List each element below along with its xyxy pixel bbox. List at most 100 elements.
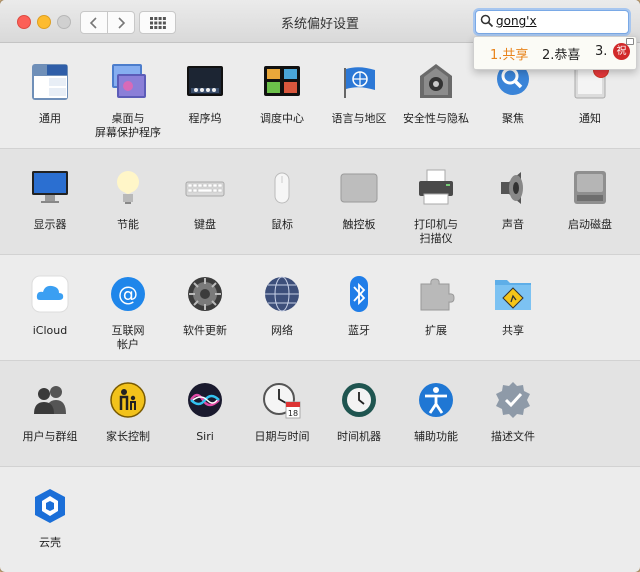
pane-label: 聚焦 xyxy=(502,112,524,125)
ime-expand-icon[interactable] xyxy=(626,38,634,45)
pane-label: 语言与地区 xyxy=(331,112,387,125)
pane-accessibility[interactable]: 辅助功能 xyxy=(399,380,473,444)
pane-label: 显示器 xyxy=(33,218,67,231)
users-groups-icon xyxy=(34,386,66,414)
pane-keyboard[interactable]: 键盘 xyxy=(168,168,242,232)
pane-yunke[interactable]: 云壳 xyxy=(13,486,87,550)
pane-label: 声音 xyxy=(502,218,524,231)
software-update-icon xyxy=(188,277,222,311)
pane-label: 通知 xyxy=(579,112,601,125)
search-input[interactable]: gong'x xyxy=(496,14,537,28)
pane-label: 互联网 帐户 xyxy=(111,324,145,351)
pane-language[interactable]: 语言与地区 xyxy=(322,62,396,126)
pane-extensions[interactable]: 扩展 xyxy=(399,274,473,338)
pane-startup-disk[interactable]: 启动磁盘 xyxy=(553,168,627,232)
pane-desktop[interactable]: 桌面与 屏幕保护程序 xyxy=(91,62,165,140)
pane-trackpad[interactable]: 触控板 xyxy=(322,168,396,232)
trackpad-icon xyxy=(340,173,378,203)
pane-label: 辅助功能 xyxy=(414,430,458,443)
pane-label: 时间机器 xyxy=(337,430,381,443)
pane-label: 键盘 xyxy=(194,218,216,231)
date-time-icon: 18 xyxy=(263,383,301,419)
pane-label: 日期与时间 xyxy=(254,430,310,443)
pane-label: 打印机与 扫描仪 xyxy=(414,218,458,245)
parental-controls-icon xyxy=(110,382,146,418)
pane-bluetooth[interactable]: 蓝牙 xyxy=(322,274,396,338)
bluetooth-icon xyxy=(350,276,368,312)
pane-label: 家长控制 xyxy=(106,430,150,443)
pane-users-groups[interactable]: 用户与群组 xyxy=(13,380,87,444)
pane-label: Siri xyxy=(196,430,214,443)
ime-candidate-1[interactable]: 1.共享 xyxy=(490,44,528,63)
pane-network[interactable]: 网络 xyxy=(245,274,319,338)
security-privacy-icon xyxy=(420,64,452,98)
pane-sound[interactable]: 声音 xyxy=(476,168,550,232)
pane-mouse[interactable]: 鼠标 xyxy=(245,168,319,232)
pane-general[interactable]: 通用 xyxy=(13,62,87,126)
pane-spotlight[interactable]: 聚焦 xyxy=(476,62,550,126)
extensions-icon xyxy=(420,278,455,311)
desktop-screensaver-icon xyxy=(112,64,146,98)
pane-dock[interactable]: 程序坞 xyxy=(168,62,242,126)
general-icon xyxy=(32,64,68,100)
section-other xyxy=(0,467,640,572)
pane-label: 安全性与隐私 xyxy=(403,112,469,125)
search-icon xyxy=(480,14,494,28)
network-icon xyxy=(265,276,299,312)
pane-label: 触控板 xyxy=(342,218,376,231)
search-field[interactable]: gong'x xyxy=(475,10,629,34)
ime-candidate-3-badge[interactable]: 祝 xyxy=(613,43,630,60)
pane-energy[interactable]: 节能 xyxy=(91,168,165,232)
profiles-icon xyxy=(496,382,530,418)
keyboard-icon xyxy=(185,181,225,197)
pane-label: 程序坞 xyxy=(188,112,222,125)
pane-label: 桌面与 屏幕保护程序 xyxy=(95,112,161,139)
pane-profiles[interactable]: 描述文件 xyxy=(476,380,550,444)
pane-time-machine[interactable]: 时间机器 xyxy=(322,380,396,444)
ime-candidate-3[interactable]: 3. xyxy=(595,44,607,59)
pane-displays[interactable]: 显示器 xyxy=(13,168,87,232)
ime-candidate-window: 1.共享 2.恭喜 3. 祝 xyxy=(473,36,637,70)
pane-label: 节能 xyxy=(117,218,139,231)
sharing-icon xyxy=(495,280,531,310)
startup-disk-icon xyxy=(574,171,606,204)
pane-date-time[interactable]: 18 日期与时间 xyxy=(245,380,319,444)
mouse-icon xyxy=(274,172,290,204)
pane-parental[interactable]: 家长控制 xyxy=(91,380,165,444)
yunke-icon xyxy=(35,489,65,523)
mission-control-icon xyxy=(264,66,300,96)
pane-sharing[interactable]: 共享 xyxy=(476,274,550,338)
system-preferences-window: 系统偏好设置 gong'x 通用 桌面与 屏幕保护程序 程序坞 调度中心 语言与… xyxy=(0,0,640,572)
pane-label: 云壳 xyxy=(39,536,61,549)
pane-label: 描述文件 xyxy=(491,430,535,443)
svg-text:@: @ xyxy=(118,282,138,306)
pane-label: 网络 xyxy=(271,324,293,337)
pane-label: 启动磁盘 xyxy=(568,218,612,231)
siri-icon xyxy=(188,383,222,417)
pane-icloud[interactable]: iCloud xyxy=(13,274,87,338)
pane-label: 蓝牙 xyxy=(348,324,370,337)
pane-security[interactable]: 安全性与隐私 xyxy=(399,62,473,126)
svg-text:18: 18 xyxy=(288,409,298,418)
pane-label: 通用 xyxy=(39,112,61,125)
pane-internet-accounts[interactable]: @ 互联网 帐户 xyxy=(91,274,165,352)
pane-siri[interactable]: Siri xyxy=(168,380,242,444)
displays-icon xyxy=(32,171,68,203)
accessibility-icon xyxy=(419,383,453,417)
time-machine-icon xyxy=(342,383,376,417)
sound-icon xyxy=(501,172,523,204)
pane-label: 调度中心 xyxy=(260,112,304,125)
pane-notifications[interactable]: 通知 xyxy=(553,62,627,126)
pane-mission-control[interactable]: 调度中心 xyxy=(245,62,319,126)
language-region-icon xyxy=(344,67,375,98)
pane-printers[interactable]: 打印机与 扫描仪 xyxy=(399,168,473,246)
dock-icon xyxy=(187,66,223,96)
pane-label: 鼠标 xyxy=(271,218,293,231)
pane-label: 扩展 xyxy=(425,324,447,337)
pane-label: 共享 xyxy=(502,324,524,337)
printers-scanners-icon xyxy=(419,169,453,205)
ime-candidate-2[interactable]: 2.恭喜 xyxy=(542,44,580,63)
icloud-icon xyxy=(31,275,69,313)
pane-software-update[interactable]: 软件更新 xyxy=(168,274,242,338)
pane-label: 用户与群组 xyxy=(22,430,78,443)
